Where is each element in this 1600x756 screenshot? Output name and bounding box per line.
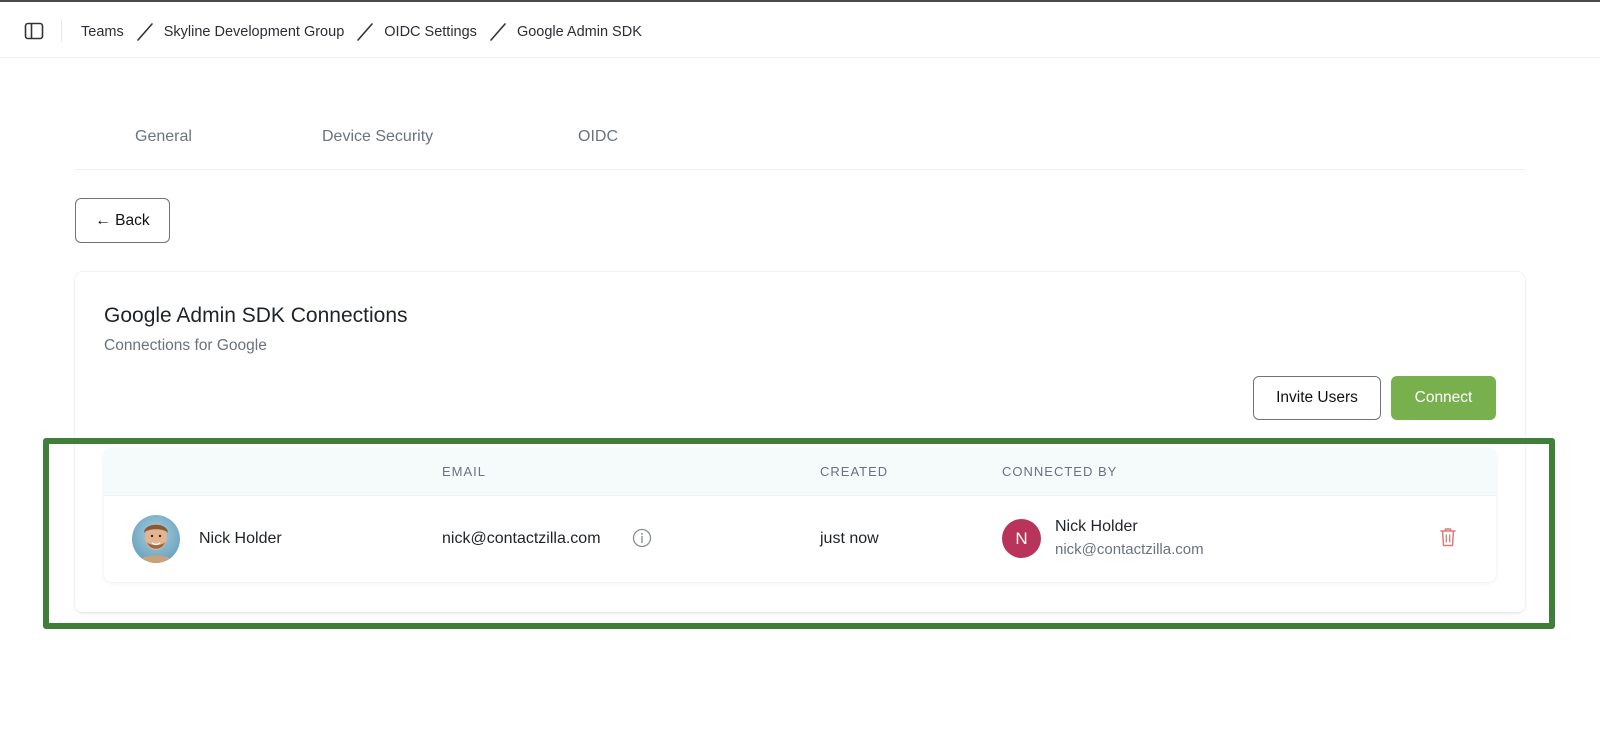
tab-general[interactable]: General <box>135 126 192 148</box>
connected-by-name: Nick Holder <box>1055 518 1138 535</box>
info-icon[interactable] <box>632 528 652 548</box>
invite-users-button[interactable]: Invite Users <box>1253 376 1381 420</box>
page-subtitle: Connections for Google <box>104 337 267 354</box>
settings-tabs: General Device Security OIDC <box>75 118 1525 170</box>
table-header: EMAIL CREATED CONNECTED BY <box>104 448 1496 496</box>
breadcrumb-separator-icon <box>134 21 156 43</box>
trash-icon[interactable] <box>1438 526 1458 548</box>
top-bar: Teams Skyline Development Group OIDC Set… <box>0 0 1600 58</box>
page-title: Google Admin SDK Connections <box>104 304 408 327</box>
column-header-email: EMAIL <box>442 464 487 479</box>
tab-device-security[interactable]: Device Security <box>322 126 433 148</box>
topbar-divider <box>61 20 62 42</box>
column-header-created: CREATED <box>820 464 889 479</box>
avatar <box>132 515 180 563</box>
back-button[interactable]: ← Back <box>75 198 170 243</box>
connected-by-avatar: N <box>1002 519 1041 558</box>
connections-table: EMAIL CREATED CONNECTED BY Nick Holder n… <box>104 448 1496 582</box>
breadcrumb-separator-icon <box>354 21 376 43</box>
breadcrumb-separator-icon <box>487 21 509 43</box>
breadcrumb-current: Google Admin SDK <box>516 24 642 40</box>
table-row: Nick Holder nick@contactzilla.com just n… <box>104 496 1496 582</box>
created-time: just now <box>820 530 879 547</box>
breadcrumb-teams[interactable]: Teams <box>81 21 124 43</box>
user-email: nick@contactzilla.com <box>442 530 601 547</box>
breadcrumb-oidc-settings[interactable]: OIDC Settings <box>384 21 477 43</box>
tab-oidc[interactable]: OIDC <box>578 126 618 148</box>
connected-by-email: nick@contactzilla.com <box>1055 541 1204 558</box>
connections-card: Google Admin SDK Connections Connections… <box>75 272 1525 613</box>
column-header-connected-by: CONNECTED BY <box>1002 464 1118 479</box>
sidebar-toggle-icon[interactable] <box>24 22 44 40</box>
connect-button[interactable]: Connect <box>1391 376 1496 420</box>
breadcrumb-team[interactable]: Skyline Development Group <box>164 21 345 43</box>
breadcrumb: Teams Skyline Development Group OIDC Set… <box>81 21 642 43</box>
user-name: Nick Holder <box>199 530 282 547</box>
